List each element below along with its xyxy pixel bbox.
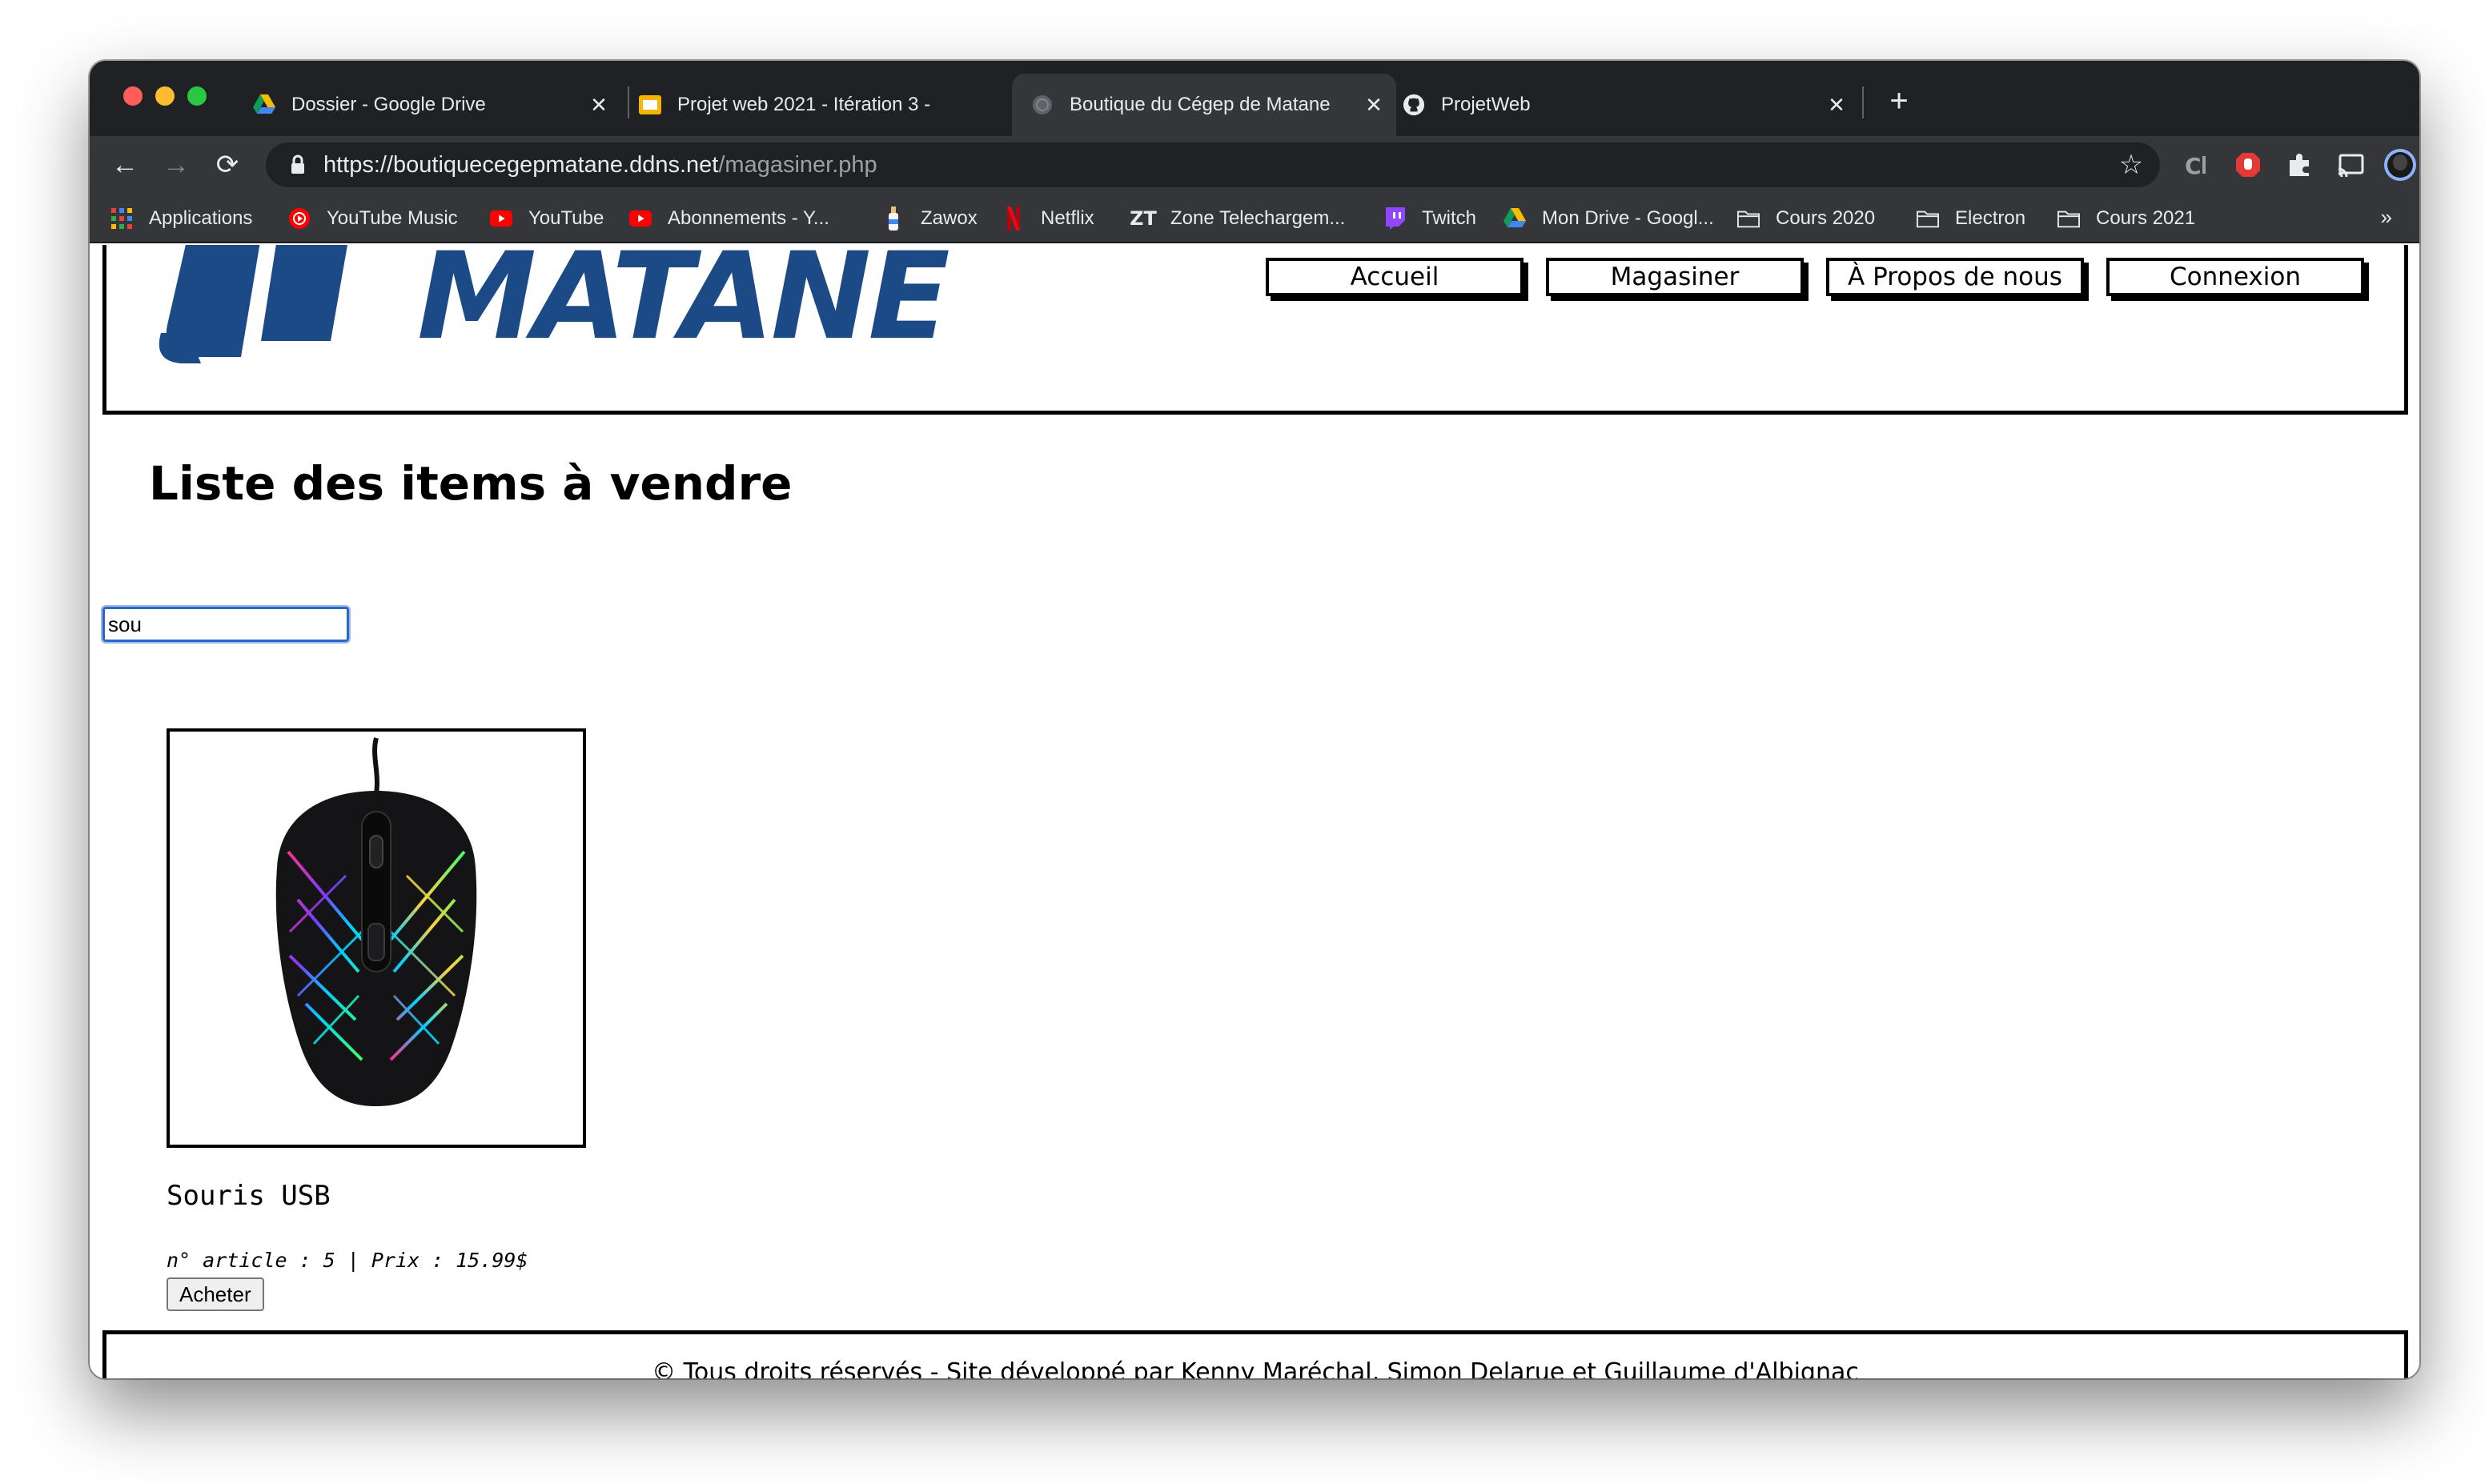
css-extension-icon[interactable]: C — [2179, 147, 2214, 182]
google-drive-icon — [1503, 207, 1526, 230]
site-header: MATANE Accueil Magasiner À Propos de nou… — [102, 245, 2408, 415]
bookmarks-overflow-icon[interactable]: » — [2381, 205, 2392, 230]
extensions-puzzle-icon[interactable] — [2282, 147, 2317, 182]
tab-title: Projet web 2021 - Itération 3 - — [677, 94, 931, 115]
globe-icon — [1031, 94, 1054, 116]
google-drive-icon — [253, 94, 275, 116]
bookmark-cours-2021[interactable]: Cours 2021 — [2057, 203, 2195, 234]
close-tab-icon[interactable]: ✕ — [588, 93, 610, 117]
tab-google-drive[interactable]: Dossier - Google Drive ✕ — [253, 74, 621, 136]
url-text: https://boutiquecegepmatane.ddns.net/mag… — [323, 152, 877, 178]
bookmark-label: Abonnements - Y... — [668, 207, 829, 229]
bookmark-electron[interactable]: Electron — [1917, 203, 2025, 234]
bookmark-label: Zone Telechargem... — [1170, 207, 1346, 229]
adblock-icon[interactable] — [2230, 147, 2266, 182]
apps-grid-icon — [110, 207, 133, 230]
forward-arrow-icon[interactable]: → — [159, 147, 194, 182]
product-name: Souris USB — [167, 1180, 331, 1212]
logo-text: MATANE — [417, 245, 950, 367]
close-tab-icon[interactable]: ✕ — [1363, 93, 1385, 117]
bookmark-mon-drive[interactable]: Mon Drive - Googl... — [1503, 203, 1714, 234]
bookmark-youtube[interactable]: YouTube — [490, 203, 604, 234]
bookmark-zone-telechargement[interactable]: ZT Zone Telechargem... — [1130, 203, 1346, 234]
bookmark-label: Twitch — [1422, 207, 1477, 229]
bookmark-label: Netflix — [1041, 207, 1094, 229]
address-bar[interactable]: https://boutiquecegepmatane.ddns.net/mag… — [266, 142, 2160, 187]
bookmark-label: Zawox — [921, 207, 978, 229]
nav-a-propos-button[interactable]: À Propos de nous — [1826, 258, 2084, 296]
product-meta: n° article : 5 | Prix : 15.99$ — [167, 1249, 528, 1272]
bookmark-label: Applications — [149, 207, 253, 229]
profile-avatar[interactable] — [2383, 147, 2418, 182]
youtube-icon — [490, 207, 512, 230]
svg-text:C: C — [2185, 153, 2202, 178]
minimize-window-button[interactable] — [155, 86, 175, 106]
tab-divider — [1862, 86, 1864, 118]
cast-icon[interactable] — [2333, 147, 2368, 182]
tab-divider — [628, 86, 629, 118]
bookmark-star-icon[interactable]: ☆ — [2117, 150, 2146, 180]
folder-icon — [2057, 207, 2080, 230]
web-page: MATANE Accueil Magasiner À Propos de nou… — [90, 245, 2419, 1378]
netflix-icon — [1002, 207, 1025, 231]
bottle-icon — [882, 207, 905, 231]
back-arrow-icon[interactable]: ← — [107, 147, 143, 182]
maximize-window-button[interactable] — [187, 86, 207, 106]
bookmark-applications[interactable]: Applications — [110, 203, 252, 234]
url-host: https://boutiquecegepmatane.ddns.net — [323, 151, 719, 178]
browser-toolbar: ← → ⟳ https://boutiquecegepmatane.ddns.n… — [90, 136, 2419, 194]
nav-magasiner-button[interactable]: Magasiner — [1546, 258, 1804, 296]
lock-icon — [287, 154, 309, 176]
folder-icon — [1917, 207, 1939, 230]
footer-text: © Tous droits réservés - Site développé … — [652, 1358, 1859, 1378]
bookmark-cours-2020[interactable]: Cours 2020 — [1737, 203, 1875, 234]
bookmark-label: Electron — [1955, 207, 2026, 229]
bookmark-label: YouTube — [528, 207, 604, 229]
zt-icon: ZT — [1130, 207, 1157, 230]
new-tab-icon[interactable]: + — [1883, 85, 1915, 117]
site-footer: © Tous droits réservés - Site développé … — [102, 1330, 2408, 1378]
bookmark-netflix[interactable]: Netflix — [1002, 203, 1094, 234]
folder-icon — [1737, 207, 1760, 230]
nav-connexion-button[interactable]: Connexion — [2106, 258, 2364, 296]
google-slides-icon — [639, 94, 661, 116]
nav-accueil-button[interactable]: Accueil — [1266, 258, 1524, 296]
github-icon — [1403, 94, 1425, 116]
close-window-button[interactable] — [123, 86, 143, 106]
youtube-music-icon — [288, 207, 311, 230]
bookmark-label: Cours 2020 — [1776, 207, 1876, 229]
bookmark-youtube-music[interactable]: YouTube Music — [288, 203, 458, 234]
tab-boutique[interactable]: Boutique du Cégep de Matane ✕ — [1012, 74, 1396, 136]
tab-github[interactable]: ProjetWeb ✕ — [1403, 74, 1859, 136]
tab-title: ProjetWeb — [1441, 94, 1531, 115]
youtube-icon — [629, 207, 652, 230]
tab-strip: Dossier - Google Drive ✕ Projet web 2021… — [90, 61, 2419, 136]
tab-title: Dossier - Google Drive — [291, 94, 486, 115]
search-input[interactable] — [101, 605, 351, 644]
browser-window: Dossier - Google Drive ✕ Projet web 2021… — [90, 61, 2419, 1378]
tab-title: Boutique du Cégep de Matane — [1070, 94, 1331, 115]
cegep-matane-logo[interactable]: MATANE — [145, 245, 950, 381]
bookmark-label: Mon Drive - Googl... — [1542, 207, 1714, 229]
reload-icon[interactable]: ⟳ — [210, 147, 245, 182]
twitch-icon — [1383, 207, 1406, 230]
bookmarks-bar: Applications YouTube Music YouTube Abonn… — [90, 194, 2419, 243]
product-image-frame[interactable] — [167, 728, 586, 1148]
close-tab-icon[interactable]: ✕ — [1825, 93, 1848, 117]
bookmark-label: YouTube Music — [327, 207, 458, 229]
bookmark-abonnements[interactable]: Abonnements - Y... — [629, 203, 829, 234]
usb-mouse-image — [275, 737, 477, 1106]
url-path: /magasiner.php — [718, 151, 877, 178]
buy-button[interactable]: Acheter — [167, 1277, 264, 1311]
bookmark-twitch[interactable]: Twitch — [1383, 203, 1476, 234]
bookmark-zawox[interactable]: Zawox — [882, 203, 978, 234]
page-title: Liste des items à vendre — [149, 456, 793, 511]
bookmark-label: Cours 2021 — [2096, 207, 2196, 229]
